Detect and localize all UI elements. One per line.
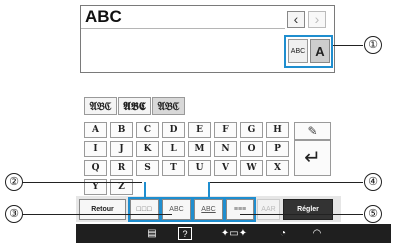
regler-button[interactable]: Régler [283, 199, 333, 220]
callout-1: ① [364, 36, 382, 54]
wifi-icon: ◠ [312, 228, 322, 239]
char-key[interactable]: L [162, 141, 185, 157]
font-tab-1[interactable]: 𝔄𝔅ℭ [84, 97, 117, 115]
delete-key[interactable]: ✎ [294, 122, 331, 140]
help-icon[interactable]: ? [178, 227, 192, 240]
char-key[interactable]: E [188, 122, 211, 138]
callout-2: ② [5, 173, 23, 191]
callout-connector-2 [144, 182, 146, 197]
disabled-button: AAR [257, 199, 280, 220]
char-key[interactable]: F [214, 122, 237, 138]
char-key[interactable]: D [162, 122, 185, 138]
text-line-separator [81, 28, 285, 29]
char-key[interactable]: J [110, 141, 133, 157]
presser-foot-icon: ✦▭✦ [220, 228, 248, 239]
char-key[interactable]: N [214, 141, 237, 157]
lowercase-button[interactable]: ABC [288, 39, 308, 63]
callout-2-highlight [128, 197, 161, 222]
callout-5-highlight [224, 197, 256, 222]
cursor-left-button[interactable]: ‹ [287, 11, 305, 28]
eraser-icon: ✎ [307, 124, 318, 138]
char-key[interactable]: S [136, 160, 159, 176]
callout-4: ④ [364, 173, 382, 191]
char-key[interactable]: Q [84, 160, 107, 176]
char-key[interactable]: O [240, 141, 263, 157]
char-key[interactable]: R [110, 160, 133, 176]
enter-key[interactable]: ↵ [294, 140, 331, 176]
char-key[interactable]: A [84, 122, 107, 138]
callout-connector-4 [208, 182, 210, 197]
font-tab-2[interactable]: 𝕬𝕭𝕮 [118, 97, 151, 115]
char-key[interactable]: V [214, 160, 237, 176]
enter-icon: ↵ [304, 147, 321, 169]
callout-3: ③ [5, 205, 23, 223]
char-key[interactable]: M [188, 141, 211, 157]
callout-line-5 [240, 214, 363, 215]
char-key[interactable]: U [188, 160, 211, 176]
callout-4-highlight [192, 197, 225, 222]
page-icon: ▤ [147, 228, 157, 239]
char-key[interactable]: W [240, 160, 263, 176]
callout-5: ⑤ [364, 205, 382, 223]
char-key[interactable]: I [84, 141, 107, 157]
char-key[interactable]: C [136, 122, 159, 138]
char-key[interactable]: B [110, 122, 133, 138]
callout-line-4 [208, 182, 363, 183]
callout-3-highlight [160, 197, 193, 222]
char-key[interactable]: T [162, 160, 185, 176]
text-value: ABC [85, 7, 122, 26]
char-key[interactable]: X [266, 160, 289, 176]
cursor-right-button[interactable]: › [308, 11, 326, 28]
char-key[interactable]: K [136, 141, 159, 157]
uppercase-button[interactable]: A [310, 39, 330, 63]
callout-line-2 [22, 182, 142, 183]
font-tab-3[interactable]: 𝔄𝔅ℭ [152, 97, 185, 115]
char-key[interactable]: G [240, 122, 263, 138]
retour-button[interactable]: Retour [79, 199, 126, 220]
char-key[interactable]: H [266, 122, 289, 138]
callout-line-3 [22, 214, 172, 215]
callout-line-1 [333, 45, 363, 46]
clock-icon: ◔ [279, 228, 287, 239]
char-key[interactable]: P [266, 141, 289, 157]
